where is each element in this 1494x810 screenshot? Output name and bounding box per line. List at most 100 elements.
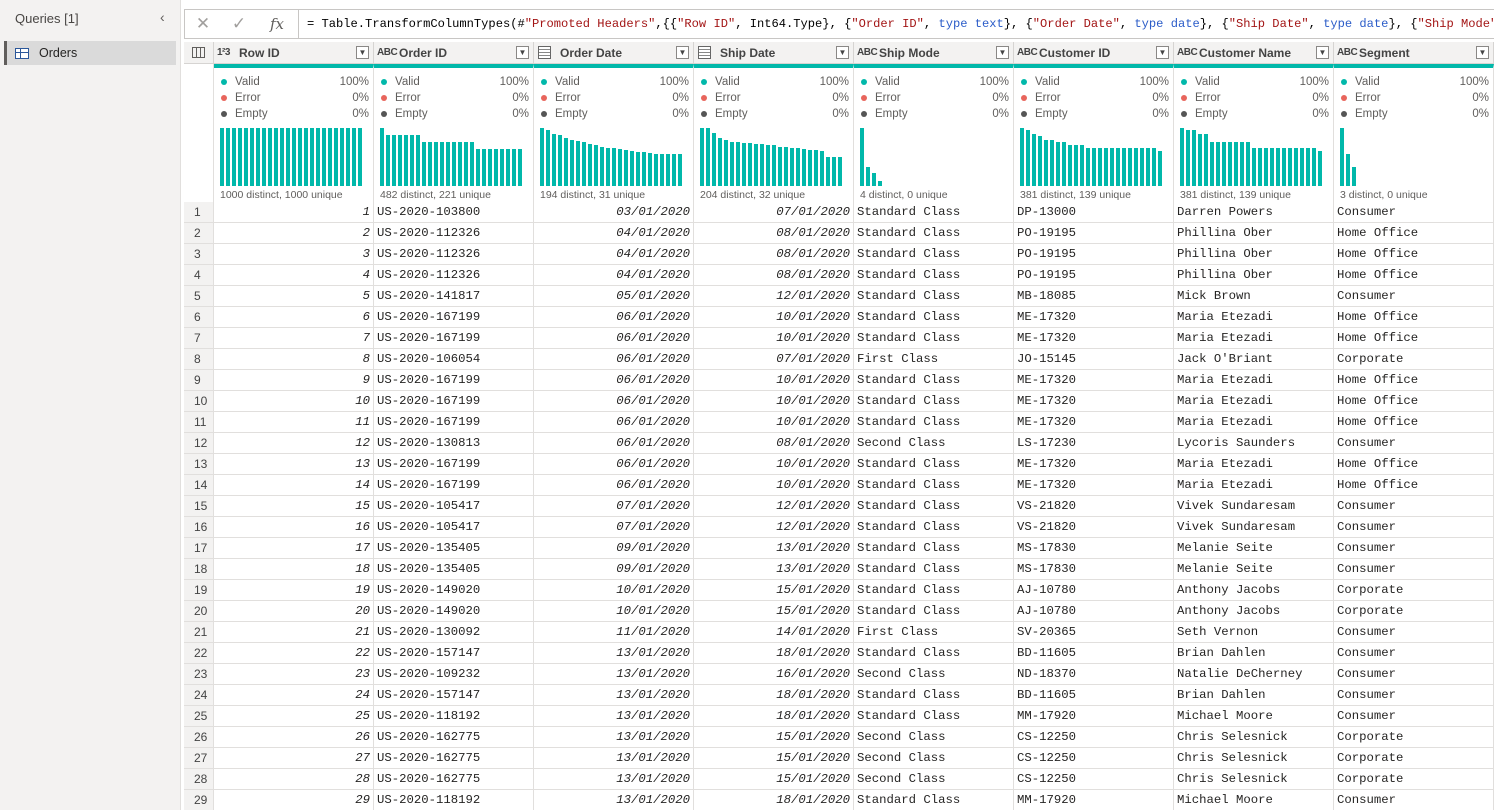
distribution-bar[interactable] xyxy=(494,149,498,186)
cell-ship-date[interactable]: 15/01/2020 xyxy=(694,601,854,622)
cell-order-id[interactable]: US-2020-130813 xyxy=(374,433,534,454)
distribution-bar[interactable] xyxy=(1246,142,1250,186)
cell-segment[interactable]: Home Office xyxy=(1334,307,1494,328)
row-number[interactable]: 19 xyxy=(184,580,214,601)
cell-order-date[interactable]: 13/01/2020 xyxy=(534,685,694,706)
cell-row-id[interactable]: 23 xyxy=(214,664,374,685)
cell-segment[interactable]: Corporate xyxy=(1334,601,1494,622)
distribution-bar[interactable] xyxy=(666,154,670,186)
distribution-bar[interactable] xyxy=(558,135,562,186)
distribution-bar[interactable] xyxy=(1346,154,1350,186)
cell-ship-date[interactable]: 10/01/2020 xyxy=(694,328,854,349)
cell-order-id[interactable]: US-2020-118192 xyxy=(374,706,534,727)
cell-order-id[interactable]: US-2020-167199 xyxy=(374,370,534,391)
cell-segment[interactable]: Home Office xyxy=(1334,265,1494,286)
distribution-chart[interactable] xyxy=(700,128,846,186)
text-type-icon[interactable]: ABC xyxy=(1177,47,1198,58)
cell-ship-date[interactable]: 18/01/2020 xyxy=(694,643,854,664)
cell-row-id[interactable]: 19 xyxy=(214,580,374,601)
cell-segment[interactable]: Consumer xyxy=(1334,433,1494,454)
cell-row-id[interactable]: 22 xyxy=(214,643,374,664)
cell-ship-date[interactable]: 16/01/2020 xyxy=(694,664,854,685)
cell-row-id[interactable]: 7 xyxy=(214,328,374,349)
cell-customer-name[interactable]: Chris Selesnick xyxy=(1174,748,1334,769)
cell-order-id[interactable]: US-2020-167199 xyxy=(374,391,534,412)
distribution-bar[interactable] xyxy=(872,173,876,186)
cell-customer-name[interactable]: Phillina Ober xyxy=(1174,223,1334,244)
distribution-bar[interactable] xyxy=(1282,148,1286,186)
chevron-down-icon[interactable]: ▼ xyxy=(1156,46,1169,59)
distribution-bar[interactable] xyxy=(1068,145,1072,186)
distribution-bar[interactable] xyxy=(1294,148,1298,186)
chevron-down-icon[interactable]: ▼ xyxy=(1476,46,1489,59)
close-icon[interactable]: ✕ xyxy=(185,14,221,34)
distribution-bar[interactable] xyxy=(748,143,752,186)
distribution-bar[interactable] xyxy=(600,147,604,186)
cell-row-id[interactable]: 13 xyxy=(214,454,374,475)
cell-order-id[interactable]: US-2020-167199 xyxy=(374,307,534,328)
cell-row-id[interactable]: 12 xyxy=(214,433,374,454)
cell-ship-mode[interactable]: First Class xyxy=(854,349,1014,370)
cell-row-id[interactable]: 28 xyxy=(214,769,374,790)
distribution-bar[interactable] xyxy=(552,134,556,186)
distribution-bar[interactable] xyxy=(250,128,254,186)
distribution-bar[interactable] xyxy=(700,128,704,186)
cell-customer-name[interactable]: Jack O'Briant xyxy=(1174,349,1334,370)
distribution-bar[interactable] xyxy=(1152,148,1156,186)
table-menu-button[interactable] xyxy=(184,42,214,64)
cell-customer-id[interactable]: BD-11605 xyxy=(1014,685,1174,706)
cell-order-date[interactable]: 13/01/2020 xyxy=(534,790,694,810)
distribution-bar[interactable] xyxy=(1032,134,1036,186)
row-number[interactable]: 14 xyxy=(184,475,214,496)
row-number[interactable]: 20 xyxy=(184,601,214,622)
distribution-bar[interactable] xyxy=(630,151,634,186)
distribution-bar[interactable] xyxy=(262,128,266,186)
distribution-bar[interactable] xyxy=(1050,140,1054,186)
cell-ship-date[interactable]: 07/01/2020 xyxy=(694,349,854,370)
distribution-bar[interactable] xyxy=(428,142,432,186)
calendar-type-icon[interactable] xyxy=(538,46,551,59)
row-number[interactable]: 24 xyxy=(184,685,214,706)
distribution-bar[interactable] xyxy=(422,142,426,186)
cell-customer-id[interactable]: PO-19195 xyxy=(1014,244,1174,265)
distribution-bar[interactable] xyxy=(1352,167,1356,186)
cell-ship-date[interactable]: 08/01/2020 xyxy=(694,433,854,454)
text-type-icon[interactable]: ABC xyxy=(857,47,878,58)
distribution-bar[interactable] xyxy=(860,128,864,186)
row-number[interactable]: 9 xyxy=(184,370,214,391)
distribution-bar[interactable] xyxy=(790,148,794,186)
distribution-bar[interactable] xyxy=(1044,140,1048,186)
distribution-bar[interactable] xyxy=(1056,142,1060,186)
cell-customer-name[interactable]: Maria Etezadi xyxy=(1174,475,1334,496)
distribution-bar[interactable] xyxy=(796,148,800,186)
cell-order-date[interactable]: 03/01/2020 xyxy=(534,202,694,223)
distribution-chart[interactable] xyxy=(540,128,686,186)
cell-row-id[interactable]: 2 xyxy=(214,223,374,244)
distribution-bar[interactable] xyxy=(328,128,332,186)
distribution-bar[interactable] xyxy=(1116,148,1120,186)
cell-customer-id[interactable]: PO-19195 xyxy=(1014,223,1174,244)
cell-ship-mode[interactable]: Standard Class xyxy=(854,265,1014,286)
distribution-bar[interactable] xyxy=(1122,148,1126,186)
cell-segment[interactable]: Home Office xyxy=(1334,223,1494,244)
cell-segment[interactable]: Home Office xyxy=(1334,412,1494,433)
distribution-bar[interactable] xyxy=(636,152,640,186)
distribution-chart[interactable] xyxy=(1340,128,1486,186)
cell-customer-id[interactable]: ME-17320 xyxy=(1014,370,1174,391)
distribution-bar[interactable] xyxy=(838,157,842,186)
row-number[interactable]: 23 xyxy=(184,664,214,685)
distribution-bar[interactable] xyxy=(488,149,492,186)
cell-segment[interactable]: Home Office xyxy=(1334,370,1494,391)
cell-order-date[interactable]: 06/01/2020 xyxy=(534,370,694,391)
distribution-bar[interactable] xyxy=(1252,148,1256,186)
row-number[interactable]: 27 xyxy=(184,748,214,769)
distribution-bar[interactable] xyxy=(358,128,362,186)
distribution-chart[interactable] xyxy=(860,128,1006,186)
distribution-bar[interactable] xyxy=(286,128,290,186)
cell-order-date[interactable]: 05/01/2020 xyxy=(534,286,694,307)
chevron-down-icon[interactable]: ▼ xyxy=(836,46,849,59)
check-icon[interactable]: ✓ xyxy=(221,14,257,34)
cell-ship-date[interactable]: 18/01/2020 xyxy=(694,685,854,706)
column-header-order-id[interactable]: ABC Order ID ▼ xyxy=(374,42,534,64)
cell-order-date[interactable]: 13/01/2020 xyxy=(534,706,694,727)
